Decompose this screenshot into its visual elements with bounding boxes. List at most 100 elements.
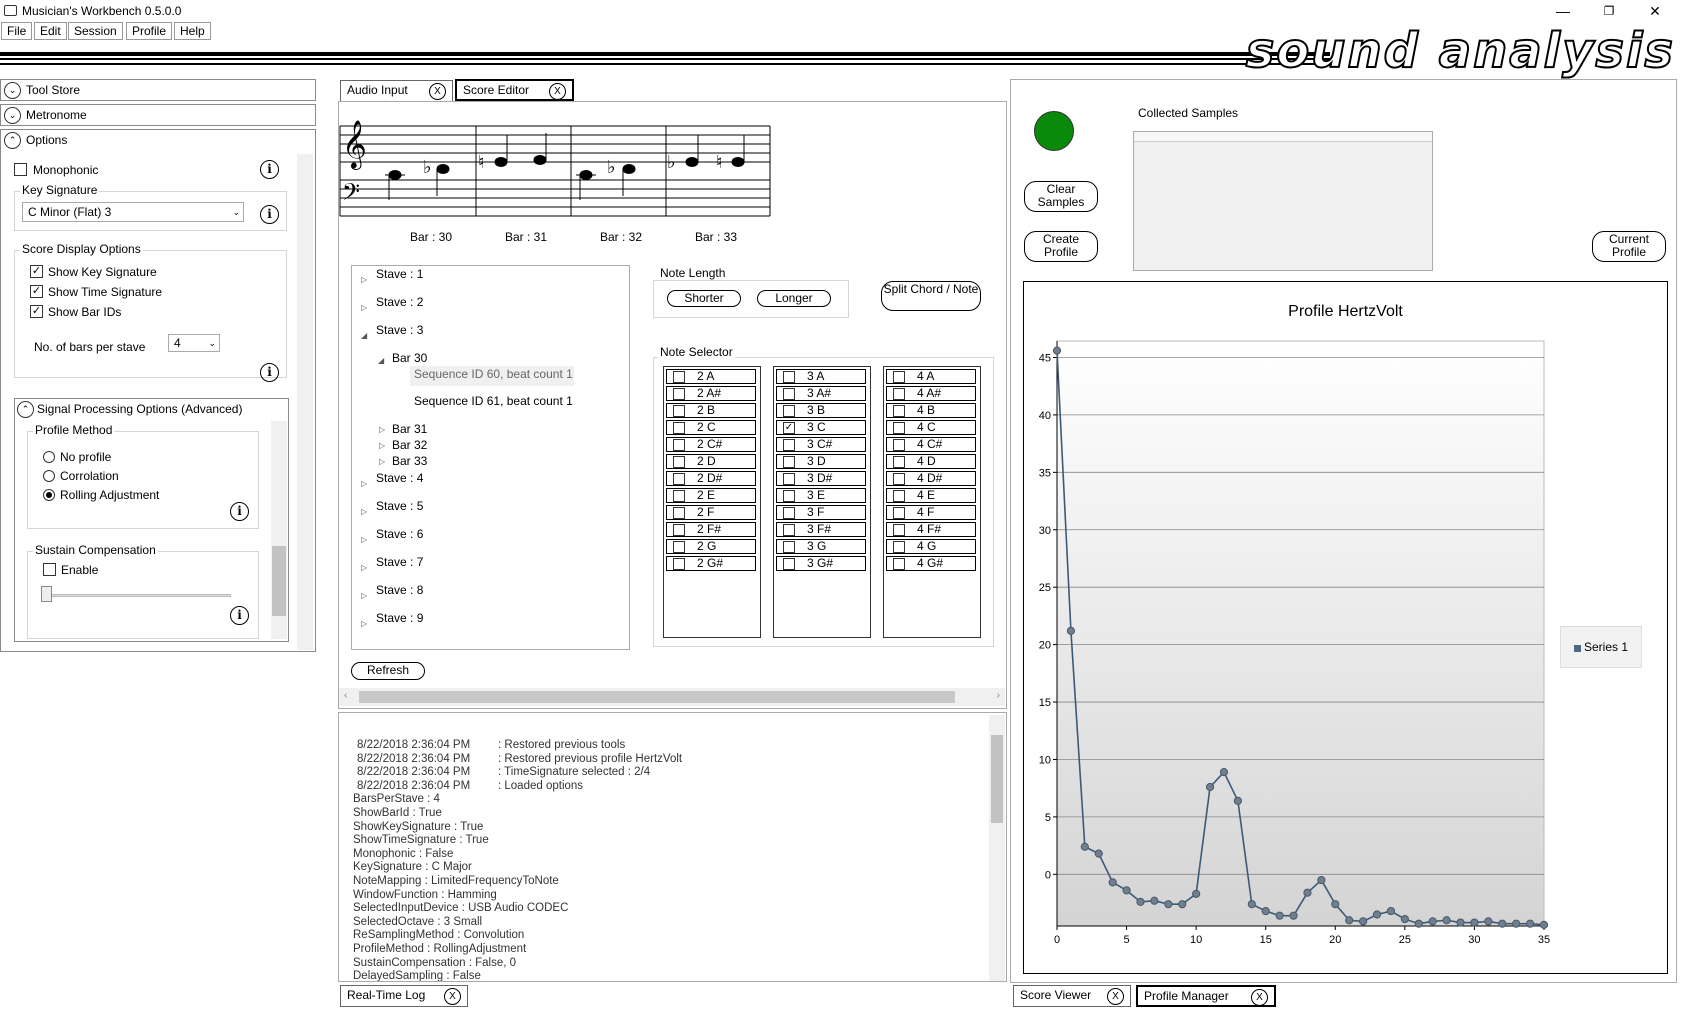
tree-item-stave[interactable]: Stave : 4	[376, 471, 423, 485]
menu-edit[interactable]: Edit	[34, 22, 67, 40]
note-option[interactable]: 2 C	[666, 420, 756, 435]
tree-item-bar[interactable]: Bar 30	[392, 351, 427, 365]
shorter-button[interactable]: Shorter	[667, 290, 741, 307]
expand-icon[interactable]: ▷	[361, 535, 367, 544]
menu-profile[interactable]: Profile	[126, 22, 173, 40]
info-icon[interactable]: i	[230, 606, 249, 625]
expand-icon[interactable]: ▷	[361, 303, 367, 312]
note-checkbox[interactable]	[783, 507, 795, 519]
note-checkbox[interactable]	[783, 388, 795, 400]
note-checkbox[interactable]	[783, 439, 795, 451]
show-key-signature-checkbox[interactable]: ✓	[30, 265, 43, 278]
radio-rolling-adjustment[interactable]	[43, 489, 55, 501]
tab-score-viewer[interactable]: Score Viewer X	[1013, 985, 1131, 1007]
note-checkbox[interactable]	[893, 422, 905, 434]
note-option[interactable]: 4 D#	[886, 471, 976, 486]
scroll-right-icon[interactable]: ›	[997, 690, 1000, 701]
bars-per-stave-select[interactable]: 4 ⌄	[168, 334, 220, 352]
scroll-left-icon[interactable]: ‹	[344, 690, 347, 701]
note-option[interactable]: 4 A#	[886, 386, 976, 401]
note-checkbox[interactable]	[893, 524, 905, 536]
note-checkbox[interactable]	[783, 405, 795, 417]
signal-processing-header[interactable]: ⌃ Signal Processing Options (Advanced)	[15, 399, 288, 421]
maximize-button[interactable]: ❐	[1586, 0, 1632, 22]
note-option[interactable]: 4 F	[886, 505, 976, 520]
sustain-slider-track[interactable]	[43, 594, 231, 597]
info-icon[interactable]: i	[230, 502, 249, 521]
menu-help[interactable]: Help	[174, 22, 211, 40]
show-time-signature-checkbox[interactable]: ✓	[30, 285, 43, 298]
tree-item-stave[interactable]: Stave : 1	[376, 267, 423, 281]
minimize-button[interactable]: —	[1540, 0, 1586, 22]
note-checkbox[interactable]	[783, 541, 795, 553]
note-checkbox[interactable]	[673, 558, 685, 570]
note-option[interactable]: 2 F	[666, 505, 756, 520]
note-option[interactable]: 3 E	[776, 488, 866, 503]
note-option[interactable]: 3 B	[776, 403, 866, 418]
key-signature-select[interactable]: C Minor (Flat) 3 ⌄	[22, 202, 244, 222]
tree-item-bar[interactable]: Bar 32	[392, 438, 427, 452]
note-checkbox[interactable]	[783, 524, 795, 536]
note-option[interactable]: 4 C#	[886, 437, 976, 452]
expand-icon[interactable]: ▷	[379, 441, 385, 450]
note-option[interactable]: 2 A#	[666, 386, 756, 401]
tree-item-stave[interactable]: Stave : 5	[376, 499, 423, 513]
note-checkbox[interactable]	[673, 405, 685, 417]
note-checkbox[interactable]	[783, 490, 795, 502]
note-option[interactable]: 4 E	[886, 488, 976, 503]
tool-store-expander[interactable]: ⌄ Tool Store	[0, 79, 316, 101]
note-checkbox[interactable]	[783, 456, 795, 468]
options-header[interactable]: ⌃ Options	[1, 130, 315, 152]
info-icon[interactable]: i	[260, 160, 279, 179]
note-checkbox[interactable]	[673, 439, 685, 451]
note-option[interactable]: 2 D	[666, 454, 756, 469]
note-checkbox[interactable]	[893, 541, 905, 553]
metronome-expander[interactable]: ⌄ Metronome	[0, 104, 316, 126]
note-option[interactable]: 2 F#	[666, 522, 756, 537]
info-icon[interactable]: i	[260, 363, 279, 382]
note-checkbox[interactable]	[893, 490, 905, 502]
note-option[interactable]: 3 F	[776, 505, 866, 520]
tree-item-stave[interactable]: Stave : 6	[376, 527, 423, 541]
close-icon[interactable]: X	[549, 83, 566, 100]
close-button[interactable]: ✕	[1632, 0, 1678, 22]
clear-samples-button[interactable]: Clear Samples	[1024, 181, 1098, 212]
note-checkbox[interactable]	[893, 456, 905, 468]
note-option[interactable]: 3 G#	[776, 556, 866, 571]
tree-item-stave[interactable]: Stave : 7	[376, 555, 423, 569]
note-option[interactable]: 3 G	[776, 539, 866, 554]
scrollbar-thumb[interactable]	[991, 735, 1003, 823]
tree-item-stave[interactable]: Stave : 8	[376, 583, 423, 597]
tab-score-editor[interactable]: Score Editor X	[455, 79, 574, 101]
tree-item-bar[interactable]: Bar 31	[392, 422, 427, 436]
menu-file[interactable]: File	[1, 22, 33, 40]
tree-item-stave[interactable]: Stave : 3	[376, 323, 423, 337]
note-checkbox[interactable]	[893, 405, 905, 417]
note-checkbox[interactable]	[783, 558, 795, 570]
note-checkbox[interactable]	[673, 456, 685, 468]
tab-profile-manager[interactable]: Profile Manager X	[1136, 985, 1276, 1007]
expand-icon[interactable]: ▷	[361, 591, 367, 600]
close-icon[interactable]: X	[1251, 989, 1268, 1006]
collapse-icon[interactable]: ◢	[378, 356, 384, 365]
longer-button[interactable]: Longer	[757, 290, 831, 307]
note-checkbox[interactable]	[893, 558, 905, 570]
note-option[interactable]: 4 B	[886, 403, 976, 418]
current-profile-button[interactable]: Current Profile	[1592, 231, 1666, 262]
tree-item-sequence[interactable]: Sequence ID 61, beat count 1	[414, 394, 573, 408]
log-scrollbar[interactable]	[989, 715, 1005, 981]
expand-icon[interactable]: ▷	[379, 425, 385, 434]
options-scrollbar[interactable]	[297, 154, 313, 650]
note-option[interactable]: 3 A#	[776, 386, 866, 401]
radio-corrolation[interactable]	[43, 470, 55, 482]
note-option[interactable]: 2 C#	[666, 437, 756, 452]
tree-item-sequence[interactable]: Sequence ID 60, beat count 1	[410, 366, 574, 386]
note-checkbox[interactable]	[673, 541, 685, 553]
note-option[interactable]: 3 D#	[776, 471, 866, 486]
close-icon[interactable]: X	[444, 988, 461, 1005]
info-icon[interactable]: i	[260, 205, 279, 224]
sustain-slider-thumb[interactable]	[41, 586, 52, 602]
expand-icon[interactable]: ▷	[379, 457, 385, 466]
expand-icon[interactable]: ▷	[361, 507, 367, 516]
expand-icon[interactable]: ▷	[361, 275, 367, 284]
